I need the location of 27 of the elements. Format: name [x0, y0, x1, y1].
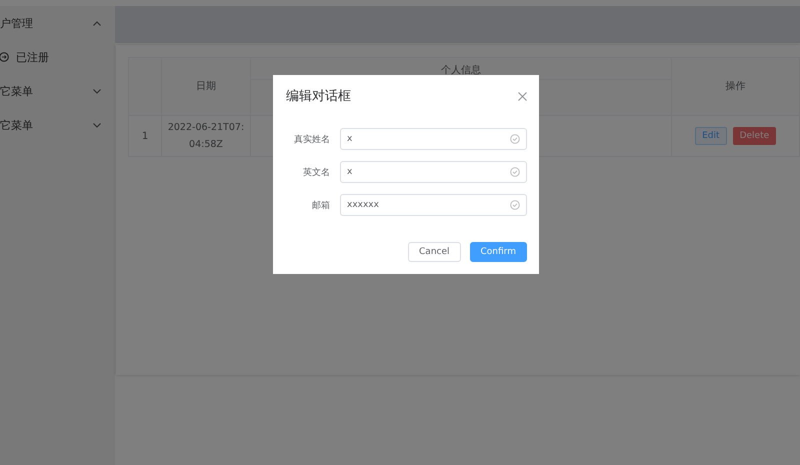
column-header: 个人信息	[441, 65, 482, 76]
column-header: 日期	[196, 81, 216, 92]
menu-item[interactable]: 它菜单	[0, 74, 115, 108]
submenu-item[interactable]: 已注册	[0, 40, 115, 74]
table-cell-text: 2022-06-21T07:04:58Z	[166, 121, 246, 152]
menu-item[interactable]: 它菜单	[0, 108, 115, 142]
field-label: 邮箱	[311, 200, 330, 212]
column-header: 操作	[726, 81, 746, 92]
cancel-button[interactable]: Cancel	[408, 242, 461, 262]
table-cell: 1	[142, 130, 148, 142]
circle-arrow-icon	[0, 52, 9, 62]
close-icon[interactable]	[518, 92, 527, 100]
delete-button[interactable]: Delete	[732, 127, 776, 145]
chevron-icon	[93, 122, 101, 128]
field-label: 真实姓名	[293, 134, 330, 146]
check-circle-icon	[510, 200, 520, 210]
confirm-button[interactable]: Confirm	[470, 242, 527, 262]
menu-item[interactable]: 户管理	[0, 6, 115, 40]
input-field[interactable]: x	[340, 128, 527, 150]
check-circle-icon	[510, 167, 520, 177]
chevron-icon	[93, 88, 101, 94]
field-label: 英文名	[302, 166, 330, 178]
dialog-title: 编辑对话框	[286, 88, 351, 105]
input-field[interactable]: xxxxxx	[340, 194, 527, 216]
chevron-icon	[93, 20, 101, 26]
check-circle-icon	[510, 134, 520, 144]
input-field[interactable]: x	[340, 161, 527, 183]
